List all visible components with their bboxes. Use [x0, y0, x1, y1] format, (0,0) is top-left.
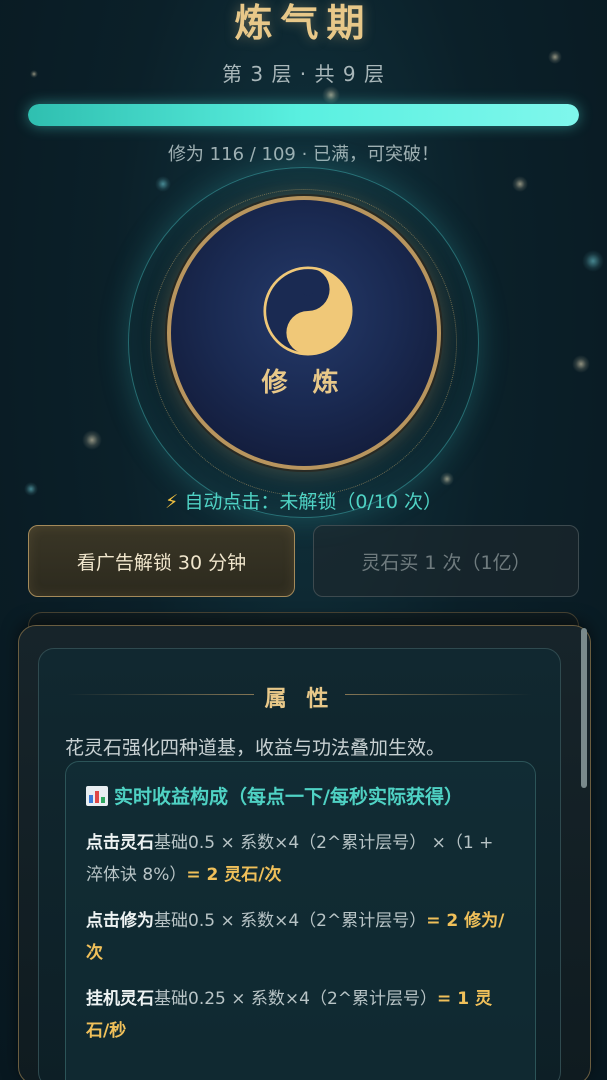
buy-with-stones-button[interactable]: 灵石买 1 次（1亿） [313, 525, 579, 597]
breakdown-row: 挂机灵石基础0.25 × 系数×4（2^累计层号）= 1 灵石/秒 [86, 983, 515, 1047]
panel-scrollbar[interactable] [581, 628, 587, 788]
particle [322, 86, 340, 104]
particle [512, 176, 528, 192]
breakdown-row: 点击灵石基础0.5 × 系数×4（2^累计层号） ×（1 + 淬体诀 8%）= … [86, 827, 515, 891]
auto-click-text: 自动点击：未解锁（0/10 次） [184, 491, 443, 513]
cultivation-status: 修为 116 / 109 · 已满，可突破！ [167, 144, 440, 165]
row-result: = 2 灵石/次 [186, 865, 282, 885]
watch-ad-unlock-button[interactable]: 看广告解锁 30 分钟 [28, 525, 295, 597]
row-name: 点击灵石 [86, 833, 154, 853]
cultivation-progress-fill [28, 104, 579, 126]
breakdown-title: 实时收益构成（每点一下/每秒实际获得） [86, 782, 515, 813]
lightning-icon: ⚡ [164, 491, 179, 513]
auto-click-status: ⚡ 自动点击：未解锁（0/10 次） [0, 487, 607, 514]
attributes-panel: 属 性 花灵石强化四种道基，收益与功法叠加生效。 实时收益构成（每点一下/每秒实… [38, 648, 561, 1080]
particle [155, 176, 171, 192]
particle [440, 472, 454, 486]
row-name: 挂机灵石 [86, 989, 154, 1009]
panel-description: 花灵石强化四种道基，收益与功法叠加生效。 [65, 737, 446, 759]
realm-title: 炼气期 [234, 0, 373, 45]
cultivation-progress-bar [28, 104, 579, 126]
cultivate-button[interactable]: 修 炼 [167, 196, 441, 470]
row-formula: 基础0.25 × 系数×4（2^累计层号） [154, 989, 438, 1009]
particle [582, 250, 604, 272]
heading-rule-right [345, 694, 532, 695]
bar-chart-icon [86, 786, 108, 806]
row-name: 点击修为 [86, 911, 154, 931]
panel-heading: 属 性 [264, 686, 335, 712]
particle [572, 355, 590, 373]
layer-indicator: 第 3 层 · 共 9 层 [222, 62, 385, 86]
breakdown-title-text: 实时收益构成（每点一下/每秒实际获得） [114, 786, 463, 808]
yin-yang-icon [263, 266, 353, 356]
row-formula: 基础0.5 × 系数×4（2^累计层号） [154, 911, 427, 931]
particle [82, 430, 102, 450]
breakdown-row: 点击修为基础0.5 × 系数×4（2^累计层号）= 2 修为/次 [86, 905, 515, 969]
income-breakdown-card: 实时收益构成（每点一下/每秒实际获得） 点击灵石基础0.5 × 系数×4（2^累… [65, 761, 536, 1080]
cultivate-label: 修 炼 [261, 368, 347, 398]
